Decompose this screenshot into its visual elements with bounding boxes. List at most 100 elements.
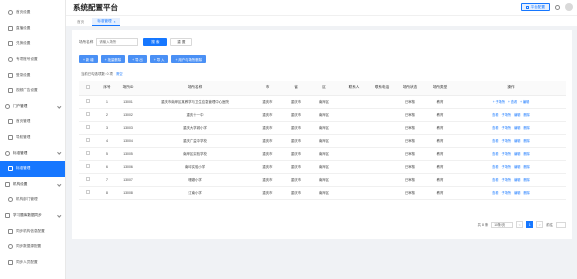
next-page-button[interactable]: >: [536, 221, 544, 228]
cell-prov: 重庆市: [284, 173, 308, 187]
row-checkbox-cell[interactable]: [79, 121, 97, 135]
row-action-link[interactable]: 查看: [492, 126, 498, 130]
batch-delete-button[interactable]: + 批量删除: [100, 55, 126, 63]
sidebar-item[interactable]: 视频广告设置: [0, 83, 65, 99]
row-action-link[interactable]: 查看: [492, 152, 498, 156]
reset-button[interactable]: 重 置: [170, 38, 193, 46]
platform-config-button[interactable]: 平台配置: [521, 3, 550, 11]
row-checkbox[interactable]: [86, 164, 90, 168]
cell-idx: 3: [97, 121, 117, 135]
row-action-link[interactable]: 子场所: [502, 139, 512, 143]
cell-prov: 重庆市: [284, 160, 308, 174]
row-action-link[interactable]: 子场所: [502, 126, 512, 130]
jump-input[interactable]: [556, 221, 566, 228]
sidebar-item[interactable]: 首页设置: [0, 5, 65, 21]
sidebar-item[interactable]: 同步人员配置: [0, 255, 65, 271]
row-action-link[interactable]: + 子场所: [493, 100, 505, 104]
row-action-link[interactable]: 删除: [523, 126, 529, 130]
cell-prov: 重庆市: [284, 108, 308, 122]
sidebar-item[interactable]: 机构设置: [0, 177, 65, 193]
row-checkbox-cell[interactable]: [79, 160, 97, 174]
row-action-link[interactable]: 子场所: [502, 165, 512, 169]
row-action-link[interactable]: 删除: [523, 152, 529, 156]
row-action-link[interactable]: + 编辑: [520, 100, 529, 104]
column-header: 省: [284, 81, 308, 96]
row-action-link[interactable]: 删除: [523, 191, 529, 195]
row-checkbox[interactable]: [86, 138, 90, 142]
sidebar-item[interactable]: 登录设置: [0, 67, 65, 83]
prev-page-button[interactable]: <: [516, 221, 524, 228]
search-button[interactable]: 搜 索: [143, 38, 168, 46]
sidebar-item[interactable]: 导航管理: [0, 130, 65, 146]
select-all-checkbox[interactable]: [86, 85, 90, 90]
tab-home[interactable]: 首页: [72, 18, 89, 26]
add-button[interactable]: + 新 增: [79, 55, 98, 63]
row-action-link[interactable]: + 查看: [508, 100, 517, 104]
table-row: 2 13002 重庆十一中 重庆市 重庆市 南岸区 已审核 教育 查看 子场所 编辑 删除: [79, 108, 566, 122]
row-checkbox[interactable]: [86, 190, 90, 194]
gear-icon[interactable]: [555, 4, 560, 10]
user-place-delete-button[interactable]: + 用户与场所删除: [171, 55, 207, 63]
row-action-link[interactable]: 编辑: [514, 165, 520, 169]
sidebar-item[interactable]: 兑换设置: [0, 36, 65, 52]
cell-status: 已审核: [396, 121, 424, 135]
row-checkbox[interactable]: [86, 151, 90, 155]
row-action-link[interactable]: 删除: [523, 178, 529, 182]
row-action-link[interactable]: 编辑: [514, 126, 520, 130]
chevron-down-icon: [56, 150, 61, 155]
row-checkbox-cell[interactable]: [79, 173, 97, 187]
row-action-link[interactable]: 子场所: [502, 191, 512, 195]
row-action-link[interactable]: 编辑: [514, 139, 520, 143]
export-button[interactable]: + 导 出: [128, 55, 147, 63]
sidebar-item[interactable]: 标准管理: [0, 160, 65, 177]
row-action-link[interactable]: 删除: [523, 139, 529, 143]
row-actions: 查看 子场所 编辑 删除: [456, 134, 566, 148]
sidebar-item-label: 导航管理: [16, 135, 31, 140]
import-button[interactable]: + 导 入: [149, 55, 169, 63]
page-size-select[interactable]: 10条/页: [491, 221, 514, 228]
row-action-link[interactable]: 编辑: [514, 113, 520, 117]
row-action-link[interactable]: 删除: [523, 165, 529, 169]
row-checkbox-cell[interactable]: [79, 147, 97, 161]
row-action-link[interactable]: 子场所: [502, 178, 512, 182]
row-action-link[interactable]: 删除: [523, 113, 529, 117]
sidebar-item[interactable]: 首页管理: [0, 114, 65, 130]
sidebar-item[interactable]: 同步机构信息配置: [0, 223, 65, 239]
row-checkbox[interactable]: [86, 112, 90, 116]
sidebar-item[interactable]: 机构部门管理: [0, 192, 65, 208]
row-action-link[interactable]: 查看: [492, 139, 498, 143]
sidebar-item[interactable]: 门户管理: [0, 99, 65, 115]
close-icon[interactable]: ×: [114, 20, 116, 24]
clear-selection-link[interactable]: 清空: [116, 71, 123, 76]
row-action-link[interactable]: 子场所: [502, 152, 512, 156]
row-action-link[interactable]: 查看: [492, 165, 498, 169]
tab-standard-management[interactable]: 标准管理 ×: [92, 18, 121, 26]
row-action-link[interactable]: 编辑: [514, 191, 520, 195]
cell-phone: [368, 173, 396, 187]
row-action-link[interactable]: 子场所: [502, 113, 512, 117]
current-page[interactable]: 1: [526, 221, 534, 228]
row-checkbox[interactable]: [86, 99, 90, 103]
row-action-link[interactable]: 编辑: [514, 152, 520, 156]
row-checkbox[interactable]: [86, 125, 90, 129]
row-checkbox-cell[interactable]: [79, 108, 97, 122]
sidebar-item[interactable]: 学习题库数据同步: [0, 208, 65, 224]
cell-idx: 8: [97, 186, 117, 200]
avatar[interactable]: [565, 3, 573, 11]
row-checkbox-cell[interactable]: [79, 186, 97, 200]
sidebar-item[interactable]: 标准管理: [0, 145, 65, 161]
cell-dist: 南岸区: [308, 173, 340, 187]
row-checkbox-cell[interactable]: [79, 95, 97, 109]
row-checkbox[interactable]: [86, 177, 90, 181]
row-action-link[interactable]: 编辑: [514, 178, 520, 182]
row-action-link[interactable]: 查看: [492, 113, 498, 117]
sidebar-item[interactable]: 专项账号设置: [0, 52, 65, 68]
sidebar-item[interactable]: 直播设置: [0, 21, 65, 37]
row-action-link[interactable]: 查看: [492, 191, 498, 195]
search-input[interactable]: [96, 38, 139, 46]
row-checkbox-cell[interactable]: [79, 134, 97, 148]
sidebar-item[interactable]: 同步数据源配置: [0, 239, 65, 255]
column-header[interactable]: [79, 81, 97, 96]
row-action-link[interactable]: 查看: [492, 178, 498, 182]
cell-status: 已审核: [396, 134, 424, 148]
